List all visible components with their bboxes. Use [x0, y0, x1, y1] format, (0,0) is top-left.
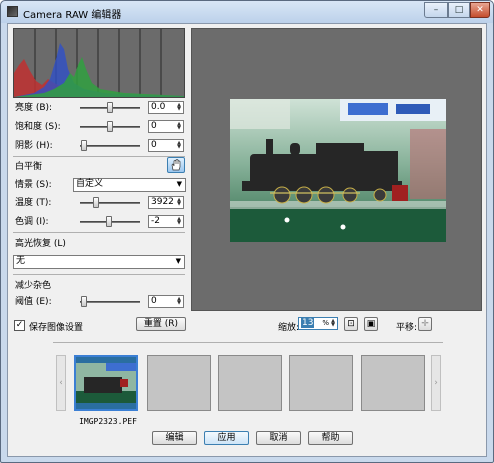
tint-value: -2: [151, 216, 160, 226]
scene-value: 自定义: [76, 179, 104, 189]
threshold-slider-thumb[interactable]: [81, 296, 87, 307]
shadow-slider-thumb[interactable]: [81, 140, 87, 151]
save-settings-label: 保存图像设置: [29, 323, 84, 333]
shadow-row: 阴影 (H): 0 ▲ ▼: [15, 139, 185, 153]
pan-button[interactable]: ✛: [418, 317, 432, 331]
threshold-row: 阈值 (E): 0 ▲ ▼: [15, 295, 185, 309]
train-photo: [230, 99, 446, 242]
shadow-value: 0: [151, 140, 157, 150]
noise-reduction-heading: 减少杂色: [15, 281, 52, 291]
threshold-value: 0: [151, 296, 157, 306]
shadow-label: 阴影 (H):: [15, 141, 53, 151]
edit-button[interactable]: 编辑: [152, 431, 197, 445]
preview-image: [230, 99, 446, 242]
close-button[interactable]: ✕: [470, 2, 490, 18]
fit-window-icon: ⊡: [347, 319, 355, 329]
tint-slider-thumb[interactable]: [106, 216, 112, 227]
zoom-value: 13: [301, 318, 315, 328]
highlight-recovery-select[interactable]: 无 ▼: [13, 255, 185, 269]
saturation-field[interactable]: 0 ▲ ▼: [148, 120, 184, 133]
temperature-row: 温度 (T): 3922 ▲ ▼: [15, 196, 185, 210]
reset-button[interactable]: 重置 (R): [136, 317, 186, 331]
temperature-spinner-icon[interactable]: ▲ ▼: [176, 198, 182, 207]
zoom-percent-icon: %: [322, 319, 329, 327]
brightness-slider-thumb[interactable]: [107, 102, 113, 113]
app-icon: [7, 6, 18, 17]
help-button[interactable]: 帮助: [308, 431, 353, 445]
temperature-slider-thumb[interactable]: [93, 197, 99, 208]
minimize-button[interactable]: –: [424, 2, 448, 18]
shadow-field[interactable]: 0 ▲ ▼: [148, 139, 184, 152]
actual-size-button[interactable]: ▣: [364, 317, 378, 331]
temperature-label: 温度 (T):: [15, 198, 52, 208]
tint-spinner-icon[interactable]: ▲ ▼: [176, 217, 182, 226]
brightness-field[interactable]: 0.0 ▲ ▼: [148, 101, 184, 114]
shadow-slider[interactable]: [80, 145, 140, 147]
scene-row: 情景 (S): 自定义 ▼: [15, 178, 187, 192]
pan-cross-icon: ✛: [421, 319, 429, 329]
chevron-left-icon: ‹: [59, 378, 63, 388]
divider: [53, 342, 443, 343]
threshold-spinner-icon[interactable]: ▲ ▼: [176, 297, 182, 306]
editor-body: 亮度 (B): 0.0 ▲▼ 饱和度 (S): 0 ▲▼ 阴影 (H): 0: [7, 23, 487, 457]
threshold-label: 阈值 (E):: [15, 297, 52, 307]
saturation-value: 0: [151, 121, 157, 131]
thumbnail-prev-button[interactable]: ‹: [56, 355, 66, 411]
saturation-spinner-icon[interactable]: ▲ ▼: [176, 122, 182, 131]
thumbnail-filename: IMGP2323.PEF: [79, 417, 137, 426]
divider: [13, 232, 185, 233]
highlight-recovery-heading: 高光恢复 (L): [15, 239, 66, 249]
brightness-label: 亮度 (B):: [15, 103, 53, 113]
brightness-row: 亮度 (B): 0.0 ▲ ▼: [15, 101, 185, 115]
fit-to-window-button[interactable]: ⊡: [344, 317, 358, 331]
chevron-right-icon: ›: [434, 378, 438, 388]
actual-size-icon: ▣: [366, 319, 376, 329]
zoom-field[interactable]: 13 % ▲ ▼: [298, 317, 338, 330]
white-balance-picker-button[interactable]: [167, 157, 185, 173]
histogram: [13, 28, 185, 98]
camera-raw-editor-window: Camera RAW 编辑器 – □ ✕ 亮度 (B): 0.0 ▲ ▼ 饱和度…: [0, 0, 494, 463]
brightness-value: 0.0: [151, 102, 166, 112]
thumbnail-slot[interactable]: [147, 355, 211, 411]
divider: [13, 156, 185, 157]
zoom-spinner-icon[interactable]: ▲ ▼: [330, 319, 336, 328]
thumbnail-slot[interactable]: [289, 355, 353, 411]
brightness-spinner-icon[interactable]: ▲ ▼: [176, 103, 182, 112]
dropdown-arrow-icon: ▼: [176, 180, 182, 188]
shadow-spinner-icon[interactable]: ▲ ▼: [176, 141, 182, 150]
apply-button[interactable]: 应用: [204, 431, 249, 445]
threshold-field[interactable]: 0 ▲ ▼: [148, 295, 184, 308]
thumbnail-selected[interactable]: [74, 355, 138, 411]
preview-pane[interactable]: [191, 28, 482, 311]
dropdown-arrow-icon: ▼: [175, 257, 181, 265]
maximize-button[interactable]: □: [448, 2, 470, 18]
window-title: Camera RAW 编辑器: [23, 10, 122, 21]
highlight-recovery-value: 无: [16, 256, 26, 266]
divider: [13, 274, 185, 275]
thumbnail-image: [76, 357, 136, 409]
thumbnail-slot[interactable]: [218, 355, 282, 411]
tint-label: 色调 (I):: [15, 217, 49, 227]
scene-select[interactable]: 自定义 ▼: [73, 178, 186, 192]
temperature-slider[interactable]: [80, 202, 140, 204]
cancel-button[interactable]: 取消: [256, 431, 301, 445]
saturation-row: 饱和度 (S): 0 ▲ ▼: [15, 120, 185, 134]
thumbnail-slot[interactable]: [361, 355, 425, 411]
white-balance-heading: 白平衡: [15, 162, 43, 172]
threshold-slider[interactable]: [80, 301, 140, 303]
zoom-label: 缩放:: [278, 323, 300, 333]
pan-label: 平移:: [396, 323, 418, 333]
thumbnail-next-button[interactable]: ›: [431, 355, 441, 411]
temperature-value: 3922: [151, 197, 174, 207]
title-bar[interactable]: Camera RAW 编辑器 – □ ✕: [1, 1, 493, 23]
hand-icon: [171, 159, 181, 171]
save-settings-checkbox[interactable]: ✓: [14, 320, 25, 331]
temperature-field[interactable]: 3922 ▲ ▼: [148, 196, 184, 209]
scene-label: 情景 (S):: [15, 180, 52, 190]
saturation-label: 饱和度 (S):: [15, 122, 61, 132]
histogram-graph: [14, 29, 184, 97]
tint-row: 色调 (I): -2 ▲ ▼: [15, 215, 185, 229]
saturation-slider-thumb[interactable]: [107, 121, 113, 132]
tint-field[interactable]: -2 ▲ ▼: [148, 215, 184, 228]
